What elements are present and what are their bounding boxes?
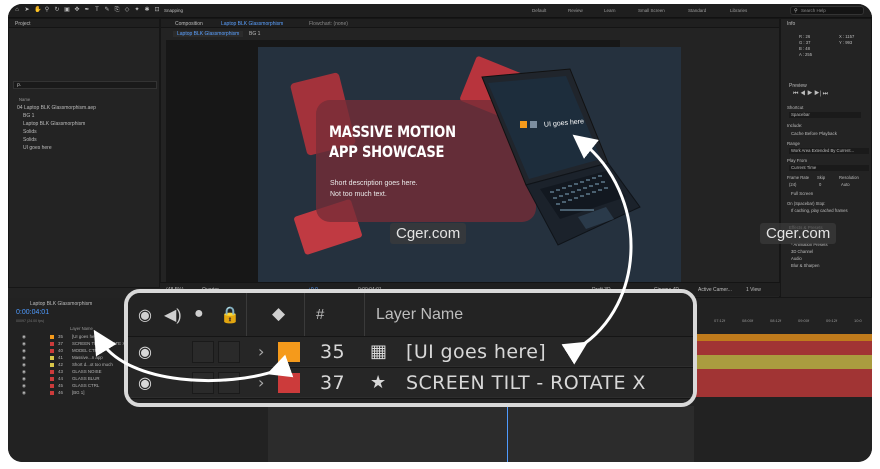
annotation-arrows [93,134,633,382]
after-effects-window: ⌂ ➤ ✋ ⚲ ↻ ▣ ✥ ✒ T ✎ ⎘ ◇ ✦ ✱ ⊡ Snapping D… [8,4,872,462]
